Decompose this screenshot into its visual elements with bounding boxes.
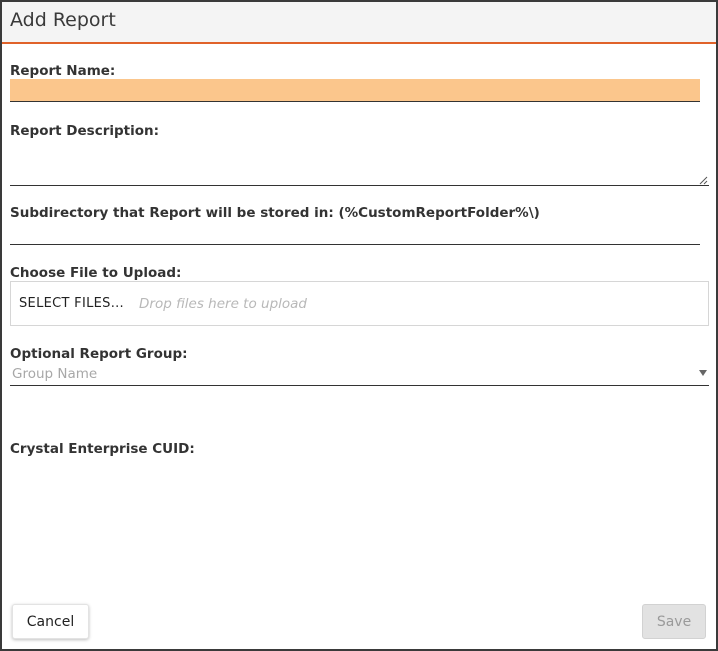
- drop-files-hint: Drop files here to upload: [139, 296, 307, 312]
- file-upload-label: Choose File to Upload:: [10, 265, 182, 281]
- report-group-placeholder: Group Name: [12, 366, 98, 382]
- subdirectory-label: Subdirectory that Report will be stored …: [10, 205, 540, 221]
- add-report-dialog: Add Report Report Name: Report Descripti…: [0, 0, 718, 651]
- save-button[interactable]: Save: [642, 604, 706, 639]
- dialog-title: Add Report: [10, 9, 116, 31]
- subdirectory-input[interactable]: [10, 224, 700, 245]
- report-group-select[interactable]: Group Name: [10, 364, 709, 386]
- dialog-header: Add Report: [2, 2, 716, 44]
- select-files-button[interactable]: SELECT FILES...: [19, 296, 124, 311]
- report-group-label: Optional Report Group:: [10, 346, 188, 362]
- file-upload-dropzone[interactable]: SELECT FILES... Drop files here to uploa…: [10, 281, 709, 326]
- report-name-input[interactable]: [10, 79, 700, 102]
- resize-grip-icon[interactable]: [699, 176, 708, 185]
- report-name-label: Report Name:: [10, 63, 116, 79]
- report-description-textarea[interactable]: [10, 147, 709, 186]
- crystal-cuid-label: Crystal Enterprise CUID:: [10, 441, 195, 457]
- chevron-down-icon: [699, 370, 707, 376]
- report-description-label: Report Description:: [10, 123, 160, 139]
- cancel-button[interactable]: Cancel: [12, 604, 89, 639]
